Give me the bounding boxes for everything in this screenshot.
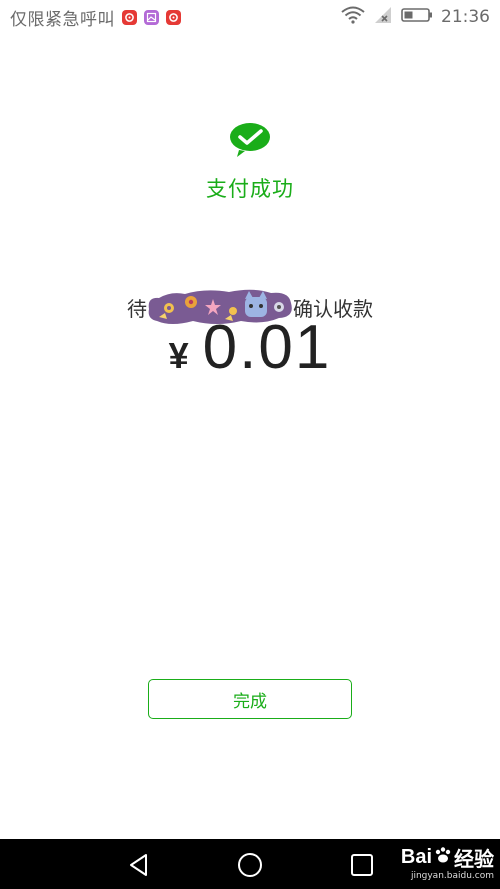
clock-text: 21:36 [441,7,490,27]
status-right: 21:36 [341,6,490,29]
paw-icon [434,846,452,870]
netease-music-icon [166,9,181,25]
wechat-pay-success-icon [229,122,271,158]
recent-apps-icon[interactable] [348,851,376,879]
status-left: 仅限紧急呼叫 [10,5,181,30]
no-signal-icon [373,6,393,29]
baidu-jingyan-watermark: Bai 经验 jingyan.baidu.com [401,843,494,881]
back-icon[interactable] [126,851,154,879]
watermark-url: jingyan.baidu.com [410,871,494,881]
amount-row: ¥ 0.01 [0,312,500,383]
watermark-logo: Bai 经验 [401,843,494,872]
status-bar: 仅限紧急呼叫 21:36 [0,0,500,34]
payment-success-screen: 仅限紧急呼叫 21:36 支付成功 待 确认收款 ¥ 0.01 完成 Bai 经… [0,0,500,889]
wifi-icon [341,6,365,29]
done-button[interactable]: 完成 [148,679,352,719]
navigation-bar: Bai 经验 jingyan.baidu.com [0,839,500,889]
watermark-logo-left: Bai [400,846,432,868]
watermark-logo-right: 经验 [454,849,494,871]
carrier-text: 仅限紧急呼叫 [10,9,115,30]
gallery-icon [144,9,159,25]
netease-music-icon [122,9,137,25]
battery-icon [401,7,433,28]
payment-amount: 0.01 [202,313,332,382]
home-icon[interactable] [236,851,264,879]
currency-symbol: ¥ [168,335,189,376]
payment-success-title: 支付成功 [206,177,294,201]
